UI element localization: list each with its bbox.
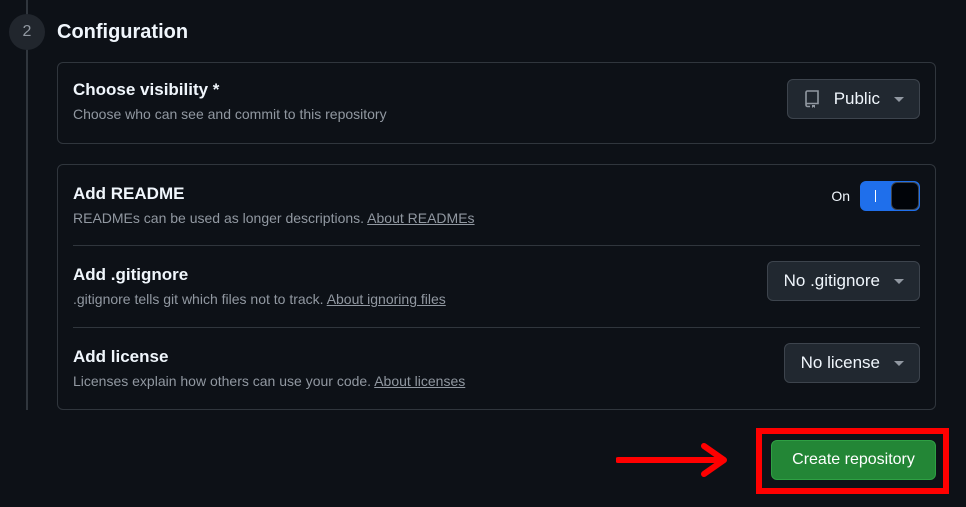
visibility-card: Choose visibility * Choose who can see a…: [57, 62, 936, 144]
readme-row: Add README READMEs can be used as longer…: [73, 184, 920, 227]
license-dropdown[interactable]: No license: [783, 343, 920, 383]
about-ignoring-files-link[interactable]: About ignoring files: [327, 291, 446, 307]
gitignore-dropdown[interactable]: No .gitignore: [766, 261, 920, 301]
readme-description: READMEs can be used as longer descriptio…: [73, 210, 365, 226]
readme-toggle[interactable]: [860, 181, 920, 211]
about-readmes-link[interactable]: About READMEs: [367, 210, 474, 226]
gitignore-selected: No .gitignore: [783, 271, 880, 290]
about-licenses-link[interactable]: About licenses: [374, 373, 465, 389]
visibility-dropdown[interactable]: Public: [786, 79, 920, 119]
divider: [73, 245, 920, 246]
step-number-badge: 2: [9, 14, 45, 50]
license-description: Licenses explain how others can use your…: [73, 373, 372, 389]
annotation-arrow-icon: [616, 443, 727, 477]
step-rail: [26, 0, 28, 410]
readme-toggle-group: On: [831, 181, 920, 211]
readme-toggle-label: On: [831, 188, 850, 204]
section-title: Configuration: [57, 21, 189, 43]
create-repository-button[interactable]: Create repository: [771, 440, 936, 480]
chevron-down-icon: [894, 278, 904, 284]
gitignore-description: .gitignore tells git which files not to …: [73, 291, 324, 307]
chevron-down-icon: [894, 96, 904, 102]
visibility-selected: Public: [833, 89, 880, 108]
repository-configuration-page: 2 Configuration Choose visibility * Choo…: [0, 0, 966, 507]
readme-description-line: READMEs can be used as longer descriptio…: [73, 210, 920, 227]
license-selected: No license: [800, 353, 880, 372]
readme-title: Add README: [73, 184, 185, 203]
chevron-down-icon: [894, 360, 904, 366]
repo-icon: [804, 90, 819, 108]
toggle-on-mark: [875, 190, 876, 202]
divider: [73, 327, 920, 328]
toggle-knob: [891, 182, 919, 210]
options-card: Add README READMEs can be used as longer…: [57, 164, 936, 410]
